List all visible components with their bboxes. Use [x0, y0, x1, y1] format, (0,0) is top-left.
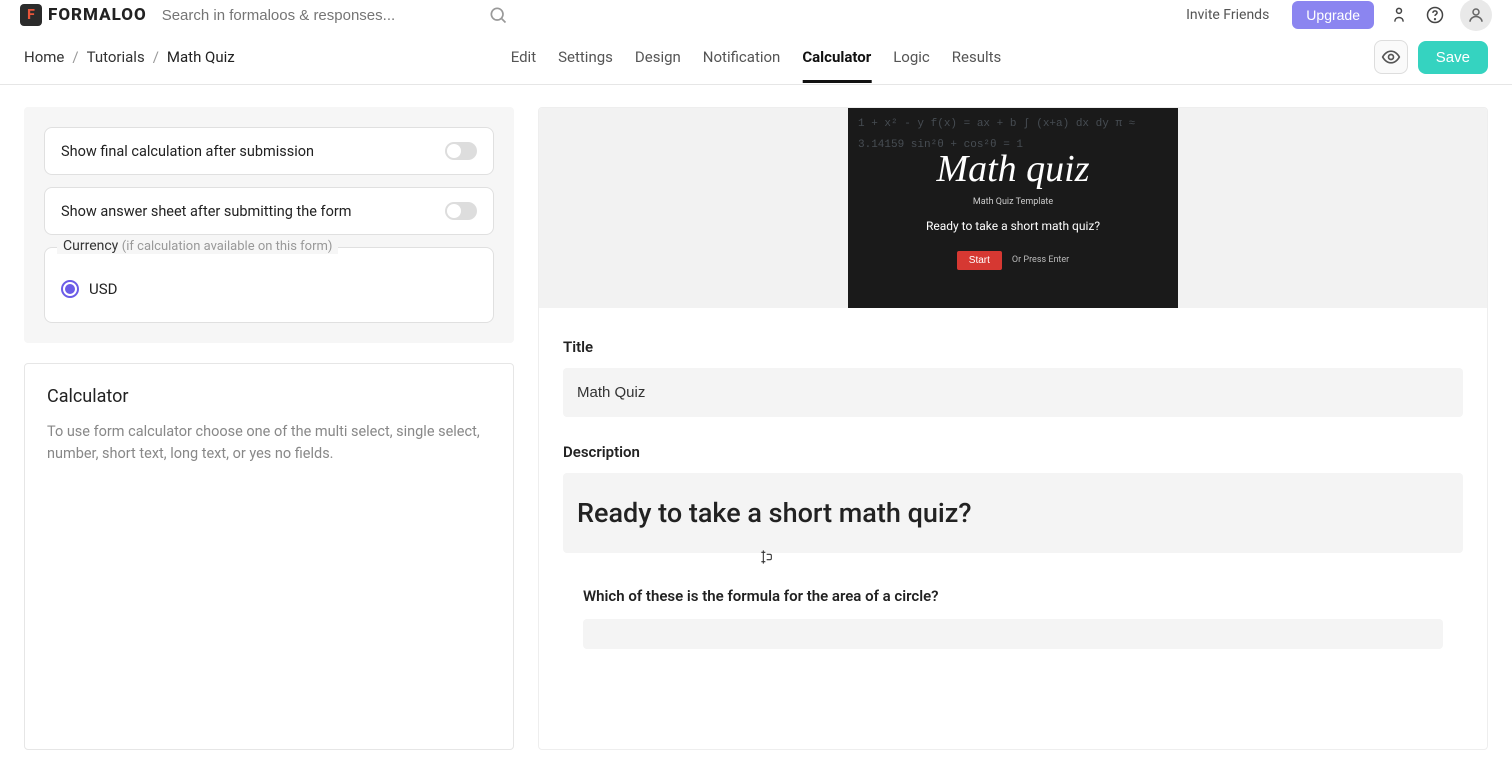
- notification-icon[interactable]: [1388, 4, 1410, 26]
- app-header: F FORMALOO Invite Friends Upgrade: [0, 0, 1512, 30]
- header-actions: Invite Friends Upgrade: [1177, 0, 1492, 31]
- currency-hint: (if calculation available on this form): [122, 239, 333, 254]
- setting-show-final: Show final calculation after submission: [44, 127, 494, 175]
- toggle-show-final[interactable]: [445, 142, 477, 160]
- tabs: Edit Settings Design Notification Calcul…: [511, 32, 1002, 82]
- logo-icon: F: [20, 4, 42, 26]
- save-button[interactable]: Save: [1418, 41, 1488, 74]
- sub-header: Home / Tutorials / Math Quiz Edit Settin…: [0, 30, 1512, 85]
- breadcrumb-sep: /: [72, 48, 78, 66]
- sidebar: Show final calculation after submission …: [24, 107, 514, 750]
- hero-press-hint: Or Press Enter: [1012, 255, 1069, 265]
- setting-show-answer: Show answer sheet after submitting the f…: [44, 187, 494, 235]
- tab-design[interactable]: Design: [635, 32, 681, 82]
- setting-label: Show final calculation after submission: [61, 143, 314, 160]
- question-1-label: Which of these is the formula for the ar…: [563, 587, 1463, 605]
- breadcrumb-sep: /: [153, 48, 159, 66]
- invite-friends-link[interactable]: Invite Friends: [1177, 2, 1278, 28]
- currency-legend: Currency (if calculation available on th…: [57, 238, 338, 254]
- radio-label: USD: [89, 280, 117, 298]
- preview-button[interactable]: [1374, 40, 1408, 74]
- calculator-description: To use form calculator choose one of the…: [47, 421, 491, 466]
- logo[interactable]: F FORMALOO: [20, 4, 147, 26]
- question-1-options[interactable]: [583, 619, 1443, 649]
- breadcrumb: Home / Tutorials / Math Quiz: [24, 48, 235, 66]
- hero-title: Math quiz: [936, 147, 1089, 191]
- tab-logic[interactable]: Logic: [893, 32, 930, 82]
- upgrade-button[interactable]: Upgrade: [1292, 1, 1374, 29]
- tab-results[interactable]: Results: [952, 32, 1002, 82]
- eye-icon: [1381, 47, 1401, 67]
- form-preview: 1 + x² - y f(x) = ax + b ∫ (x+a) dx dy π…: [538, 107, 1488, 750]
- breadcrumb-tutorials[interactable]: Tutorials: [87, 48, 145, 66]
- breadcrumb-home[interactable]: Home: [24, 48, 64, 66]
- form-fields: Title Description Ready to take a short …: [539, 308, 1487, 679]
- hero-start-button[interactable]: Start: [957, 251, 1002, 270]
- breadcrumb-current: Math Quiz: [167, 48, 235, 66]
- setting-label: Show answer sheet after submitting the f…: [61, 203, 351, 220]
- title-input[interactable]: [563, 368, 1463, 417]
- main: Show final calculation after submission …: [0, 85, 1512, 772]
- search-icon[interactable]: [488, 5, 508, 25]
- currency-option-usd[interactable]: USD: [61, 280, 477, 298]
- search-wrap: [162, 5, 1162, 25]
- hero-subtitle: Math Quiz Template: [973, 197, 1053, 207]
- calculator-panel: Calculator To use form calculator choose…: [24, 363, 514, 750]
- currency-box: Currency (if calculation available on th…: [44, 247, 494, 323]
- toggle-show-answer[interactable]: [445, 202, 477, 220]
- title-label: Title: [563, 338, 1463, 356]
- logo-text: FORMALOO: [48, 5, 147, 25]
- settings-panel: Show final calculation after submission …: [24, 107, 514, 343]
- tab-notification[interactable]: Notification: [703, 32, 781, 82]
- hero-strip: 1 + x² - y f(x) = ax + b ∫ (x+a) dx dy π…: [539, 108, 1487, 308]
- tab-settings[interactable]: Settings: [558, 32, 613, 82]
- currency-label: Currency: [63, 238, 118, 254]
- hero-question: Ready to take a short math quiz?: [926, 219, 1100, 233]
- help-icon[interactable]: [1424, 4, 1446, 26]
- calculator-title: Calculator: [47, 386, 491, 407]
- tab-calculator[interactable]: Calculator: [802, 32, 871, 82]
- hero-actions: Start Or Press Enter: [957, 251, 1069, 270]
- search-input[interactable]: [162, 7, 482, 24]
- tab-edit[interactable]: Edit: [511, 32, 536, 82]
- chalk-background: 1 + x² - y f(x) = ax + b ∫ (x+a) dx dy π…: [848, 108, 1178, 308]
- hero-card[interactable]: 1 + x² - y f(x) = ax + b ∫ (x+a) dx dy π…: [848, 108, 1178, 308]
- radio-icon: [61, 280, 79, 298]
- description-label: Description: [563, 443, 1463, 461]
- sub-header-actions: Save: [1374, 40, 1488, 74]
- description-input[interactable]: Ready to take a short math quiz?: [563, 473, 1463, 553]
- avatar[interactable]: [1460, 0, 1492, 31]
